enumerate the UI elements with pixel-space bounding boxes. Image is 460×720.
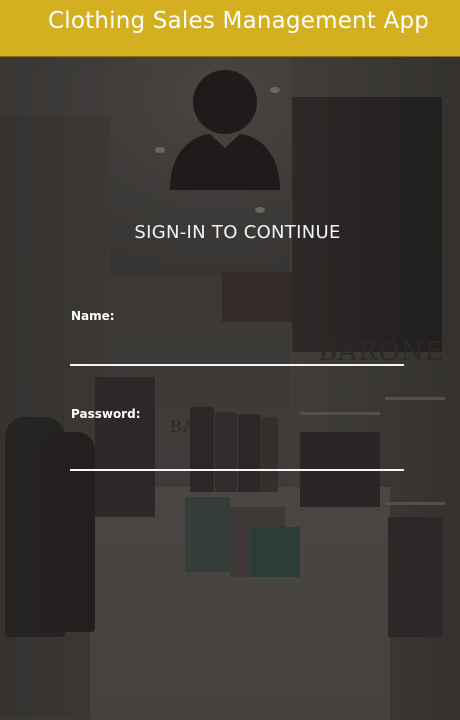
- sign-in-screen: Clothing Sales Management App BARONE BA: [0, 0, 460, 720]
- user-silhouette-icon: [170, 70, 280, 190]
- name-input[interactable]: [70, 340, 404, 366]
- password-label: Password:: [71, 407, 141, 421]
- password-input[interactable]: [70, 445, 404, 471]
- signin-heading: SIGN-IN TO CONTINUE: [134, 222, 341, 243]
- app-header: Clothing Sales Management App: [0, 0, 460, 57]
- app-title: Clothing Sales Management App: [48, 8, 430, 34]
- name-label: Name:: [71, 309, 115, 323]
- user-avatar-icon: [168, 70, 282, 190]
